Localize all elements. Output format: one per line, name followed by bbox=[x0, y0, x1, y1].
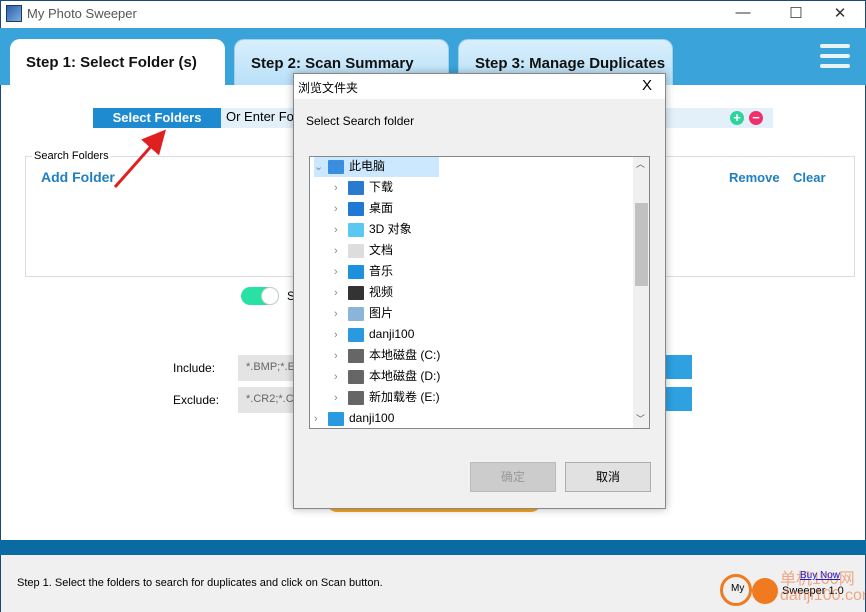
tree-node-label: 桌面 bbox=[369, 201, 394, 215]
tree-node-label: 3D 对象 bbox=[369, 222, 412, 236]
chevron-right-icon[interactable]: › bbox=[334, 367, 348, 388]
tree-node-label: 图片 bbox=[369, 306, 394, 320]
drive-icon bbox=[348, 348, 364, 363]
video-icon bbox=[348, 285, 364, 300]
tree-node[interactable]: › 图片 bbox=[334, 303, 393, 324]
tree-node-label: danji100 bbox=[369, 327, 415, 341]
arrow-to-select-folders bbox=[113, 129, 166, 188]
tree-node[interactable]: › 本地磁盘 (D:) bbox=[334, 366, 440, 387]
tree-node[interactable]: › danji100 bbox=[334, 324, 414, 345]
tree-node-label: 本地磁盘 (D:) bbox=[369, 369, 441, 383]
tree-node-label: 音乐 bbox=[369, 264, 394, 278]
dialog-title: 浏览文件夹 bbox=[298, 81, 359, 95]
tree-node-label: 新加载卷 (E:) bbox=[369, 390, 440, 404]
download-icon bbox=[348, 180, 364, 195]
tree-node[interactable]: › 桌面 bbox=[334, 198, 393, 219]
tree-node-label: danji100 bbox=[349, 411, 395, 425]
picture-icon bbox=[348, 306, 364, 321]
tree-node-label: 文档 bbox=[369, 243, 394, 257]
chevron-right-icon[interactable]: › bbox=[334, 178, 348, 199]
chevron-right-icon[interactable]: › bbox=[334, 283, 348, 304]
browse-folder-dialog: 浏览文件夹 X Select Search folder ⌄ 此电脑 › 下载 › 桌面 ›… bbox=[293, 73, 666, 509]
dialog-close-button[interactable]: X bbox=[642, 77, 652, 94]
user-folder-icon bbox=[328, 411, 344, 426]
tree-node[interactable]: › 音乐 bbox=[334, 261, 393, 282]
tree-node[interactable]: › 文档 bbox=[334, 240, 393, 261]
chevron-right-icon[interactable]: › bbox=[334, 325, 348, 346]
dialog-prompt: Select Search folder bbox=[306, 114, 415, 128]
tree-node[interactable]: › 新加载卷 (E:) bbox=[334, 387, 440, 408]
chevron-right-icon[interactable]: › bbox=[314, 409, 328, 428]
desktop-icon bbox=[348, 201, 364, 216]
chevron-right-icon[interactable]: › bbox=[334, 241, 348, 262]
tree-node[interactable]: › 3D 对象 bbox=[334, 219, 412, 240]
chevron-right-icon[interactable]: › bbox=[334, 388, 348, 409]
tree-node[interactable]: › 视频 bbox=[334, 282, 393, 303]
tree-node[interactable]: ⌄ 此电脑 bbox=[314, 157, 439, 178]
music-icon bbox=[348, 264, 364, 279]
chevron-right-icon[interactable]: › bbox=[334, 199, 348, 220]
scrollbar-thumb[interactable] bbox=[635, 203, 648, 286]
chevron-down-icon[interactable]: ⌄ bbox=[314, 157, 328, 178]
tree-scrollbar[interactable]: ︿ ﹀ bbox=[633, 157, 649, 428]
document-icon bbox=[348, 243, 364, 258]
computer-icon bbox=[328, 159, 344, 174]
tree-node-label: 本地磁盘 (C:) bbox=[369, 348, 441, 362]
chevron-right-icon[interactable]: › bbox=[334, 262, 348, 283]
chevron-right-icon[interactable]: › bbox=[334, 220, 348, 241]
chevron-right-icon[interactable]: › bbox=[334, 304, 348, 325]
tree-node-label: 视频 bbox=[369, 285, 394, 299]
drive-icon bbox=[348, 369, 364, 384]
user-folder-icon bbox=[348, 327, 364, 342]
tree-node[interactable]: › danji100 bbox=[314, 408, 395, 428]
3d-objects-icon bbox=[348, 222, 364, 237]
tree-node-label: 此电脑 bbox=[349, 159, 386, 173]
tree-node[interactable]: › 本地磁盘 (C:) bbox=[334, 345, 440, 366]
ok-button[interactable]: 确定 bbox=[470, 462, 556, 492]
drive-icon bbox=[348, 390, 364, 405]
chevron-right-icon[interactable]: › bbox=[334, 346, 348, 367]
folder-tree[interactable]: ⌄ 此电脑 › 下载 › 桌面 › 3D 对象 › 文档 › 音乐 › 视频 › 图片 › danji100 › 本地… bbox=[309, 156, 650, 429]
tree-node[interactable]: › 下载 bbox=[334, 177, 393, 198]
tree-node-label: 下载 bbox=[369, 180, 394, 194]
cancel-button[interactable]: 取消 bbox=[565, 462, 651, 492]
